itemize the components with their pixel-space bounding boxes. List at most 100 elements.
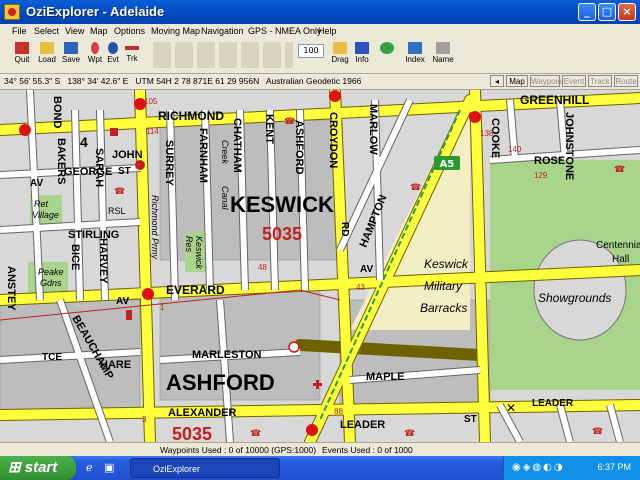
tab-waypoint[interactable]: Waypoint: [530, 75, 564, 87]
tab-event[interactable]: Event: [562, 75, 586, 87]
street-bice: BICE: [69, 244, 81, 270]
street-suffix-av-1: AV: [30, 178, 43, 189]
index-button[interactable]: Index: [402, 41, 428, 71]
ret-village-label-1: Ret: [34, 199, 49, 209]
app-icon: [4, 4, 20, 20]
status-bar: Waypoints Used : 0 of 10000 (GPS:1000) E…: [0, 442, 640, 457]
phone-icon: ☎: [410, 183, 421, 193]
street-alexander: ALEXANDER: [168, 407, 237, 419]
start-button[interactable]: ⊞ start: [0, 456, 76, 480]
menu-help[interactable]: Help: [318, 26, 337, 36]
street-richmond: RICHMOND: [158, 109, 224, 123]
street-greenhill: GREENHILL: [520, 93, 589, 107]
navigate-button[interactable]: [376, 41, 398, 71]
number-129: 129: [534, 171, 548, 180]
name-button[interactable]: Name: [432, 41, 454, 71]
datum: Australian Geodetic 1966: [265, 76, 362, 86]
tray-icons[interactable]: ◉◈◍◐◑: [512, 462, 565, 473]
map-tool-buttons[interactable]: [148, 41, 298, 71]
phone-icon: ☎: [284, 117, 295, 127]
close-button[interactable]: ×: [618, 3, 636, 21]
menu-navigation[interactable]: Navigation: [201, 26, 244, 36]
tab-map[interactable]: Map: [506, 75, 528, 87]
street-bond: BOND: [51, 96, 63, 128]
suburb-ashford: ASHFORD: [166, 370, 275, 395]
street-suffix-av-2: AV: [360, 264, 373, 275]
street-maple: MAPLE: [366, 371, 405, 383]
barracks-label-3: Barracks: [420, 301, 467, 315]
waypoints-used: Waypoints Used : 0 of 10000 (GPS:1000): [160, 445, 317, 455]
minimize-button[interactable]: _: [578, 3, 596, 21]
zoom-select[interactable]: 100: [298, 41, 326, 71]
maximize-button[interactable]: □: [598, 3, 616, 21]
folder-icon: [40, 42, 54, 54]
street-suffix-st-1: ST: [118, 166, 131, 177]
save-button[interactable]: Save: [60, 41, 82, 71]
menu-file[interactable]: File: [12, 26, 27, 36]
load-button[interactable]: Load: [36, 41, 58, 71]
window-title: OziExplorer - Adelaide: [26, 4, 165, 19]
barracks-label-2: Military: [424, 279, 463, 293]
tab-scroll-left[interactable]: ◂: [490, 75, 504, 87]
street-cooke: COOKE: [489, 118, 501, 158]
menu-select[interactable]: Select: [34, 26, 59, 36]
landmark-icon: [110, 128, 118, 136]
info-icon: [355, 42, 369, 54]
street-map[interactable]: A5 KESWICK 5035 ASHFORD 5035 Keswick Mil…: [0, 90, 640, 442]
latitude: 34° 56' 55.3" S: [4, 76, 61, 86]
phone-icon: ☎: [614, 165, 625, 175]
taskbar-ozi-explorer[interactable]: OziExplorer: [130, 458, 280, 478]
street-farnham: FARNHAM: [197, 128, 209, 183]
street-george: GEORGE: [64, 166, 112, 178]
street-leader: LEADER: [340, 419, 385, 431]
street-kent: KENT: [263, 114, 275, 144]
drag-button[interactable]: Drag: [330, 41, 350, 71]
windows-logo-icon: ⊞: [8, 459, 21, 476]
map-tools-icon: [153, 42, 293, 68]
keswick-res-label-1: Keswick: [194, 236, 204, 270]
track-icon: [125, 46, 139, 50]
tab-track[interactable]: Track: [588, 75, 612, 87]
waypoint-icon: [91, 42, 99, 54]
postcode-ashford: 5035: [172, 424, 212, 442]
zoom-value[interactable]: 100: [298, 44, 324, 58]
waypoint-button[interactable]: Wpt: [86, 41, 104, 71]
street-hare: HARE: [100, 359, 131, 371]
route-badge: A5: [440, 159, 455, 170]
street-suffix-tce-1: TCE: [42, 352, 62, 363]
save-icon: [64, 42, 78, 54]
track-button[interactable]: Trk: [122, 41, 142, 71]
creek-label: Creek: [220, 140, 230, 165]
menu-gps[interactable]: GPS - NMEA Only: [248, 26, 322, 36]
event-button[interactable]: Evt: [104, 41, 122, 71]
tab-route[interactable]: Route: [614, 75, 638, 87]
position-bar: 34° 56' 55.3" S 138° 34' 42.6" E UTM 54H…: [0, 74, 640, 90]
showgrounds-label: Showgrounds: [538, 291, 611, 305]
street-everard: EVERARD: [166, 283, 225, 297]
phone-icon: ☎: [250, 429, 261, 439]
info-button[interactable]: Info: [352, 41, 372, 71]
street-surrey: SURREY: [163, 140, 175, 187]
school-number: 4: [80, 134, 88, 150]
menu-map[interactable]: Map: [90, 26, 108, 36]
number-105: 105: [144, 97, 158, 106]
map-canvas[interactable]: A5 KESWICK 5035 ASHFORD 5035 Keswick Mil…: [0, 90, 640, 442]
menu-view[interactable]: View: [65, 26, 84, 36]
clock: 6:37 PM: [597, 462, 631, 472]
quicklaunch-ie-icon[interactable]: ℯ: [86, 461, 93, 474]
compass-icon: [380, 42, 394, 54]
quit-button[interactable]: Quit: [12, 41, 32, 71]
menu-options[interactable]: Options: [114, 26, 145, 36]
quit-icon: [15, 42, 29, 54]
index-icon: [408, 42, 422, 54]
menu-moving-map[interactable]: Moving Map: [151, 26, 200, 36]
phone-icon: ☎: [404, 429, 415, 439]
street-suffix-st-2: ST: [464, 414, 477, 425]
number-88: 88: [334, 407, 343, 416]
number-114: 114: [146, 127, 159, 136]
quicklaunch-desktop-icon[interactable]: ▣: [104, 461, 114, 474]
number-3: 3: [142, 415, 147, 424]
number-1: 1: [160, 303, 165, 312]
richmond-prmy-label: Richmond Prmy: [150, 195, 160, 260]
menu-bar: File Select View Map Options Moving Map …: [0, 24, 640, 39]
